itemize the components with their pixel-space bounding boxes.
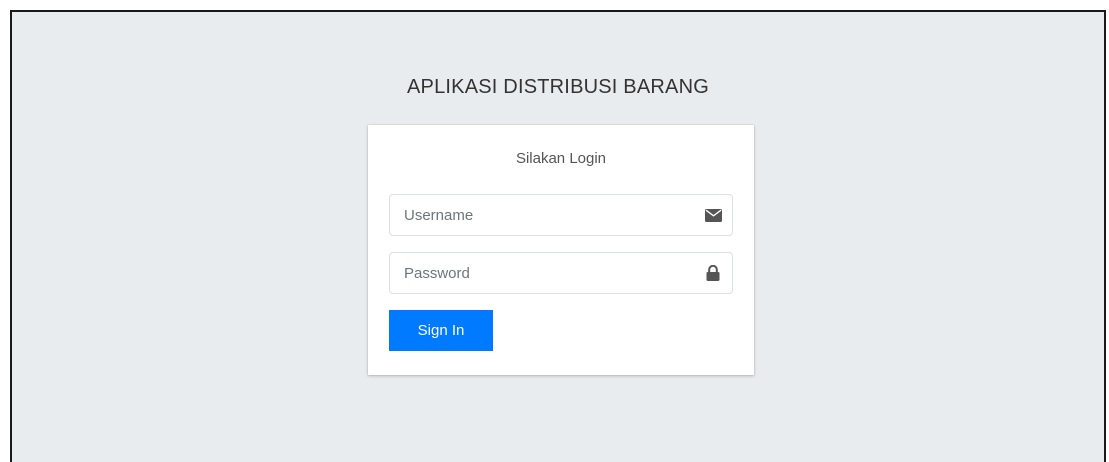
login-card: Silakan Login Sign In [368, 125, 754, 375]
login-message: Silakan Login [515, 150, 607, 167]
sign-in-button[interactable]: Sign In [389, 310, 493, 351]
username-input[interactable] [390, 195, 694, 235]
password-input[interactable] [390, 253, 694, 293]
username-input-group [389, 194, 733, 236]
lock-icon [704, 264, 722, 282]
login-page: APLIKASI DISTRIBUSI BARANG Silakan Login… [10, 10, 1106, 462]
password-input-group [389, 252, 733, 294]
envelope-icon [704, 206, 722, 224]
app-title: APLIKASI DISTRIBUSI BARANG [407, 76, 709, 98]
